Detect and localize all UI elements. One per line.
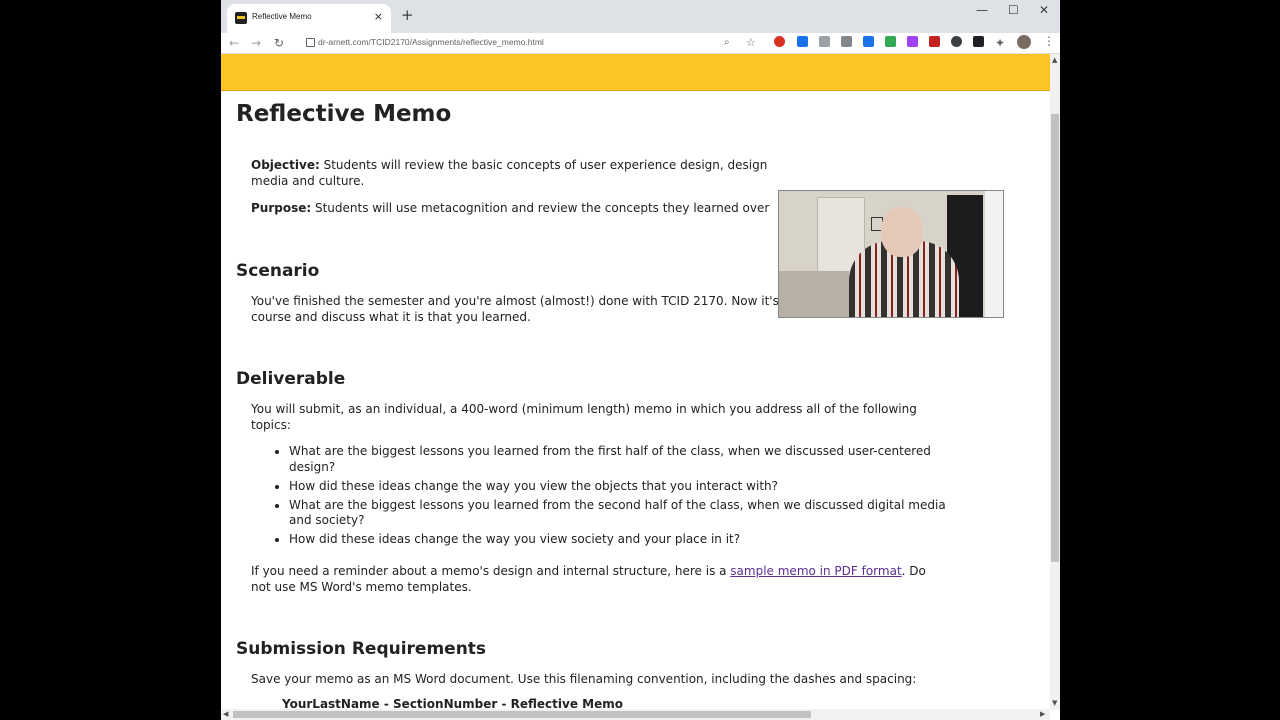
browser-toolbar: ← → ↻ dr-arnett.com/TCID2170/Assignments… <box>221 33 1060 54</box>
topics-list: What are the biggest lessons you learned… <box>251 444 949 551</box>
zoom-icon[interactable]: ⌕ <box>724 35 730 51</box>
objective-label: Objective: <box>251 158 320 172</box>
address-bar[interactable]: dr-arnett.com/TCID2170/Assignments/refle… <box>318 37 544 47</box>
tab-close-icon[interactable]: × <box>374 10 383 24</box>
close-window-button[interactable]: ✕ <box>1039 3 1049 17</box>
sample-memo-link[interactable]: sample memo in PDF format <box>730 564 901 578</box>
extension-icon[interactable] <box>885 36 896 47</box>
lock-icon[interactable] <box>306 38 315 47</box>
minimize-button[interactable]: — <box>976 3 988 17</box>
scroll-down-arrow-icon[interactable]: ▼ <box>1052 699 1057 707</box>
scenario-heading: Scenario <box>236 261 320 281</box>
horizontal-scrollbar-thumb[interactable] <box>233 711 811 718</box>
reload-icon[interactable]: ↻ <box>274 35 284 51</box>
wordpress-extension-icon[interactable] <box>951 36 962 47</box>
back-arrow-icon[interactable]: ← <box>229 35 239 51</box>
vertical-scrollbar-thumb[interactable] <box>1051 114 1059 562</box>
site-header-banner <box>221 54 1050 91</box>
page-content: Reflective Memo Objective: Students will… <box>221 54 1050 720</box>
browser-window: Reflective Memo × + — ☐ ✕ ← → ↻ dr-arnet… <box>221 0 1060 720</box>
submission-paragraph: Save your memo as an MS Word document. U… <box>251 672 917 686</box>
objective-text-continued: media and culture. <box>251 173 365 188</box>
list-item: What are the biggest lessons you learned… <box>289 444 949 475</box>
scroll-up-arrow-icon[interactable]: ▲ <box>1052 56 1057 64</box>
reminder-text: If you need a reminder about a memo's de… <box>251 564 731 578</box>
profile-avatar[interactable] <box>1017 35 1031 49</box>
list-item: How did these ideas change the way you v… <box>289 479 949 495</box>
page-title: Reflective Memo <box>236 101 452 127</box>
list-item: What are the biggest lessons you learned… <box>289 498 949 529</box>
objective-text: Students will review the basic concepts … <box>319 158 768 172</box>
horizontal-scrollbar[interactable]: ◀ ▶ <box>221 709 1050 720</box>
reminder-paragraph: If you need a reminder about a memo's de… <box>251 564 941 595</box>
purpose-label: Purpose: <box>251 201 312 215</box>
bookmark-star-icon[interactable]: ☆ <box>746 35 756 51</box>
scroll-left-arrow-icon[interactable]: ◀ <box>223 710 228 718</box>
vertical-scrollbar[interactable]: ▲ ▼ <box>1050 54 1060 710</box>
extensions-puzzle-icon[interactable]: ✦ <box>995 35 1005 51</box>
submission-heading: Submission Requirements <box>236 639 487 659</box>
deliverable-paragraph: You will submit, as an individual, a 400… <box>251 402 917 432</box>
extension-icon[interactable] <box>973 36 984 47</box>
maximize-button[interactable]: ☐ <box>1008 3 1019 17</box>
pdf-extension-icon[interactable] <box>929 36 940 47</box>
objective-paragraph: Objective: Students will review the basi… <box>251 158 941 189</box>
camera-extension-icon[interactable] <box>841 36 852 47</box>
extension-icon[interactable] <box>863 36 874 47</box>
tab-title: Reflective Memo <box>252 12 312 21</box>
webcam-background-desk <box>779 271 849 317</box>
list-item: How did these ideas change the way you v… <box>289 532 949 548</box>
deliverable-heading: Deliverable <box>236 369 346 389</box>
extension-icon[interactable] <box>819 36 830 47</box>
tab-reflective-memo[interactable]: Reflective Memo × <box>227 4 391 33</box>
purpose-text: Students will use metacognition and revi… <box>311 201 770 215</box>
new-tab-button[interactable]: + <box>401 6 414 24</box>
scroll-right-arrow-icon[interactable]: ▶ <box>1040 710 1045 718</box>
browser-menu-icon[interactable]: ⋮ <box>1043 34 1055 48</box>
extension-icon[interactable] <box>907 36 918 47</box>
webcam-background-window <box>985 191 1003 317</box>
forward-arrow-icon[interactable]: → <box>251 35 261 51</box>
adblock-extension-icon[interactable] <box>774 36 785 47</box>
tab-strip: Reflective Memo × + — ☐ ✕ <box>221 0 1060 33</box>
webcam-presenter-head <box>881 207 923 257</box>
webcam-overlay <box>778 190 1004 318</box>
site-favicon-icon <box>235 12 247 24</box>
extension-icon[interactable] <box>797 36 808 47</box>
